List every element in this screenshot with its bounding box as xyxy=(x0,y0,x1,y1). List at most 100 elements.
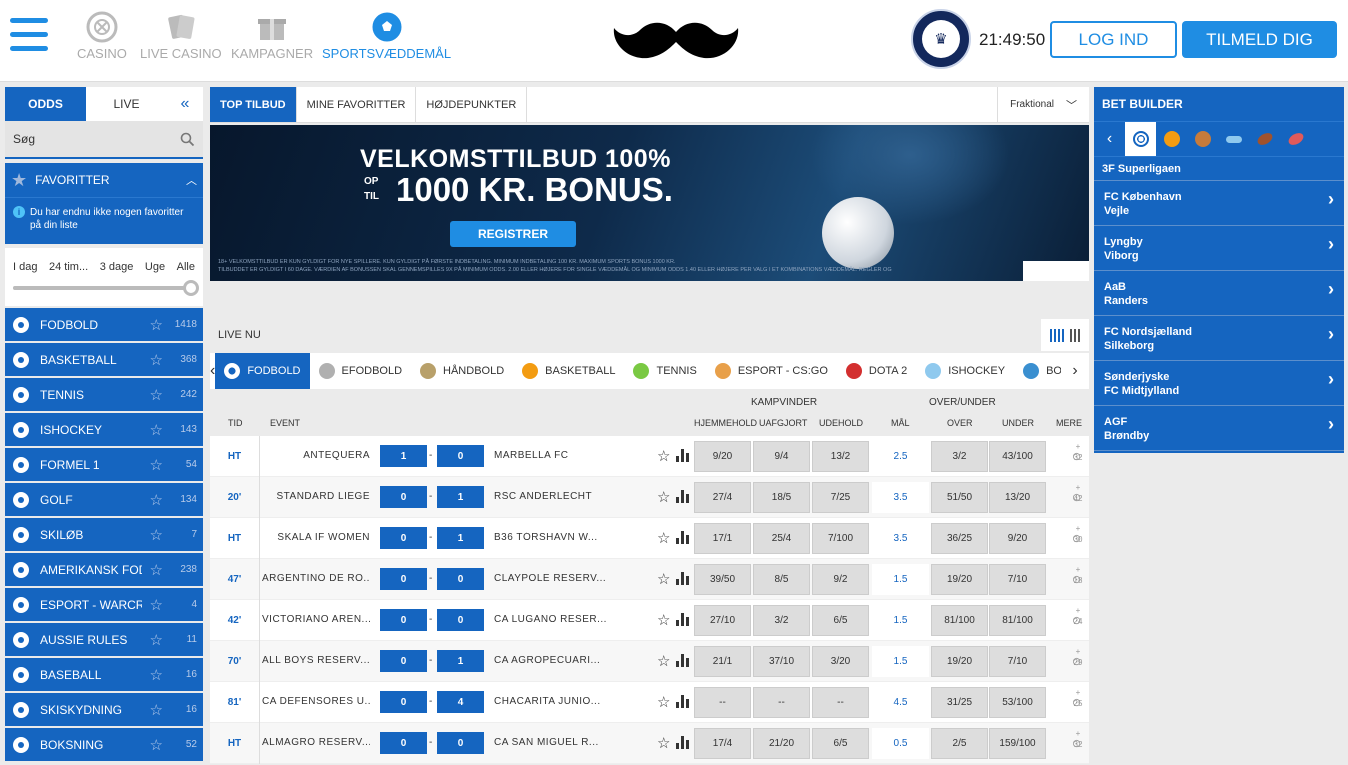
bet-builder-match[interactable]: FC Nordsjælland Silkeborg › xyxy=(1094,316,1344,361)
star-outline-icon[interactable]: ☆ xyxy=(657,570,670,588)
odds-over[interactable]: 19/20 xyxy=(931,564,988,595)
odds-under[interactable]: 53/100 xyxy=(989,687,1046,718)
tab-mine-favoritter[interactable]: MINE FAVORITTER xyxy=(297,87,417,122)
away-team[interactable]: MARBELLA FC xyxy=(494,450,606,461)
nav-kampagner[interactable]: KAMPAGNER xyxy=(231,10,313,61)
nav-sportsvaeddemal[interactable]: SPORTSVÆDDEMÅL xyxy=(322,10,451,61)
bet-builder-match[interactable]: AGF Brøndby › xyxy=(1094,406,1344,451)
home-team[interactable]: SKALA IF WOMEN xyxy=(262,532,370,543)
live-sport-tab[interactable]: BASKETBALL xyxy=(513,353,624,389)
sport-item[interactable]: AUSSIE RULES ☆ 11 xyxy=(5,623,203,656)
star-outline-icon[interactable]: ☆ xyxy=(150,561,163,579)
away-team[interactable]: CA SAN MIGUEL R... xyxy=(494,737,606,748)
odds-under[interactable]: 7/10 xyxy=(989,564,1046,595)
odds-home[interactable]: 17/1 xyxy=(694,523,751,554)
chevron-right-icon[interactable]: › xyxy=(1061,353,1089,389)
odds-home[interactable]: 9/20 xyxy=(694,441,751,472)
home-team[interactable]: VICTORIANO AREN... xyxy=(262,614,370,625)
time-filter-option[interactable]: 24 tim... xyxy=(49,261,88,273)
star-outline-icon[interactable]: ☆ xyxy=(150,316,163,334)
bet-builder-match[interactable]: FC København Vejle › xyxy=(1094,181,1344,226)
search-input[interactable]: Søg xyxy=(5,121,203,159)
sport-item[interactable]: FODBOLD ☆ 1418 xyxy=(5,308,203,341)
odds-over[interactable]: 19/20 xyxy=(931,646,988,677)
star-outline-icon[interactable]: ☆ xyxy=(657,693,670,711)
star-outline-icon[interactable]: ☆ xyxy=(150,596,163,614)
home-team[interactable]: ALMAGRO RESERV... xyxy=(262,737,370,748)
odds-draw[interactable]: 25/4 xyxy=(753,523,810,554)
more-markets[interactable]: + 24 ⊙ xyxy=(1060,605,1084,627)
chevron-left-icon[interactable]: ‹ xyxy=(1094,122,1125,156)
home-team[interactable]: CA DEFENSORES U... xyxy=(262,696,370,707)
star-outline-icon[interactable]: ☆ xyxy=(150,491,163,509)
odds-home[interactable]: -- xyxy=(694,687,751,718)
more-markets[interactable]: + 42 ⊙ xyxy=(1060,482,1084,504)
football-icon[interactable] xyxy=(1125,122,1156,156)
collapse-icon[interactable]: « xyxy=(167,87,203,121)
odds-away[interactable]: 6/5 xyxy=(812,728,869,759)
sport-item[interactable]: GOLF ☆ 134 xyxy=(5,483,203,516)
rugby-icon[interactable] xyxy=(1280,122,1311,156)
home-team[interactable]: ARGENTINO DE RO... xyxy=(262,573,370,584)
away-team[interactable]: RSC ANDERLECHT xyxy=(494,491,606,502)
sport-item[interactable]: SKISKYDNING ☆ 16 xyxy=(5,693,203,726)
away-team[interactable]: CA AGROPECUARI... xyxy=(494,655,606,666)
live-sport-tab[interactable]: DOTA 2 xyxy=(837,353,916,389)
bet-builder-match[interactable]: Sønderjyske FC Midtjylland › xyxy=(1094,361,1344,406)
favorites-header[interactable]: ★ FAVORITTER ︿ xyxy=(5,163,203,197)
away-team[interactable]: CLAYPOLE RESERV... xyxy=(494,573,606,584)
tab-live[interactable]: LIVE xyxy=(86,87,167,121)
puck-icon[interactable] xyxy=(1218,122,1249,156)
more-markets[interactable]: + 25 ⊙ xyxy=(1060,687,1084,709)
odds-away[interactable]: -- xyxy=(812,687,869,718)
sport-item[interactable]: ISHOCKEY ☆ 143 xyxy=(5,413,203,446)
odds-over[interactable]: 81/100 xyxy=(931,605,988,636)
live-sport-tab[interactable]: FODBOLD xyxy=(215,353,310,389)
odds-home[interactable]: 21/1 xyxy=(694,646,751,677)
spillemyndigheden-seal[interactable]: ♛ xyxy=(911,9,971,69)
odds-under[interactable]: 159/100 xyxy=(989,728,1046,759)
more-markets[interactable]: + 30 ⊙ xyxy=(1060,523,1084,545)
star-outline-icon[interactable]: ☆ xyxy=(657,488,670,506)
american-football-icon[interactable] xyxy=(1249,122,1280,156)
odds-over[interactable]: 31/25 xyxy=(931,687,988,718)
time-filter-option[interactable]: Uge xyxy=(145,261,165,273)
register-button[interactable]: REGISTRER xyxy=(450,221,576,247)
odds-over[interactable]: 3/2 xyxy=(931,441,988,472)
odds-under[interactable]: 81/100 xyxy=(989,605,1046,636)
menu-icon[interactable] xyxy=(10,18,48,58)
home-team[interactable]: ANTEQUERA xyxy=(262,450,370,461)
star-outline-icon[interactable]: ☆ xyxy=(150,386,163,404)
odds-over[interactable]: 2/5 xyxy=(931,728,988,759)
star-outline-icon[interactable]: ☆ xyxy=(657,611,670,629)
away-team[interactable]: CHACARITA JUNIO... xyxy=(494,696,606,707)
odds-format-select[interactable]: Fraktional ﹀ xyxy=(997,87,1089,122)
view-columns-icon[interactable] xyxy=(1070,328,1080,342)
odds-away[interactable]: 3/20 xyxy=(812,646,869,677)
odds-home[interactable]: 27/10 xyxy=(694,605,751,636)
odds-under[interactable]: 43/100 xyxy=(989,441,1046,472)
chevron-up-icon[interactable]: ︿ xyxy=(186,172,197,188)
star-outline-icon[interactable]: ☆ xyxy=(150,631,163,649)
live-sport-tab[interactable]: ESPORT - CS:GO xyxy=(706,353,837,389)
star-outline-icon[interactable]: ☆ xyxy=(657,447,670,465)
tab-hojdepunkter[interactable]: HØJDEPUNKTER xyxy=(416,87,528,122)
tab-odds[interactable]: ODDS xyxy=(5,87,86,121)
welcome-banner[interactable]: VELKOMSTTILBUD 100% OP TIL 1000 KR. BONUS… xyxy=(210,125,1089,281)
sport-item[interactable]: TENNIS ☆ 242 xyxy=(5,378,203,411)
odds-under[interactable]: 9/20 xyxy=(989,523,1046,554)
sport-item[interactable]: BOKSNING ☆ 52 xyxy=(5,728,203,761)
odds-draw[interactable]: 18/5 xyxy=(753,482,810,513)
sport-item[interactable]: BASKETBALL ☆ 368 xyxy=(5,343,203,376)
signup-button[interactable]: TILMELD DIG xyxy=(1182,21,1337,58)
live-sport-tab[interactable]: ISHOCKEY xyxy=(916,353,1014,389)
odds-under[interactable]: 13/20 xyxy=(989,482,1046,513)
star-outline-icon[interactable]: ☆ xyxy=(150,456,163,474)
odds-away[interactable]: 6/5 xyxy=(812,605,869,636)
search-icon[interactable] xyxy=(180,132,195,147)
star-outline-icon[interactable]: ☆ xyxy=(657,652,670,670)
more-markets[interactable]: + 32 ⊙ xyxy=(1060,441,1084,463)
away-team[interactable]: B36 TÓRSHAVN W... xyxy=(494,532,606,543)
star-outline-icon[interactable]: ☆ xyxy=(657,529,670,547)
time-filter-option[interactable]: I dag xyxy=(13,261,37,273)
